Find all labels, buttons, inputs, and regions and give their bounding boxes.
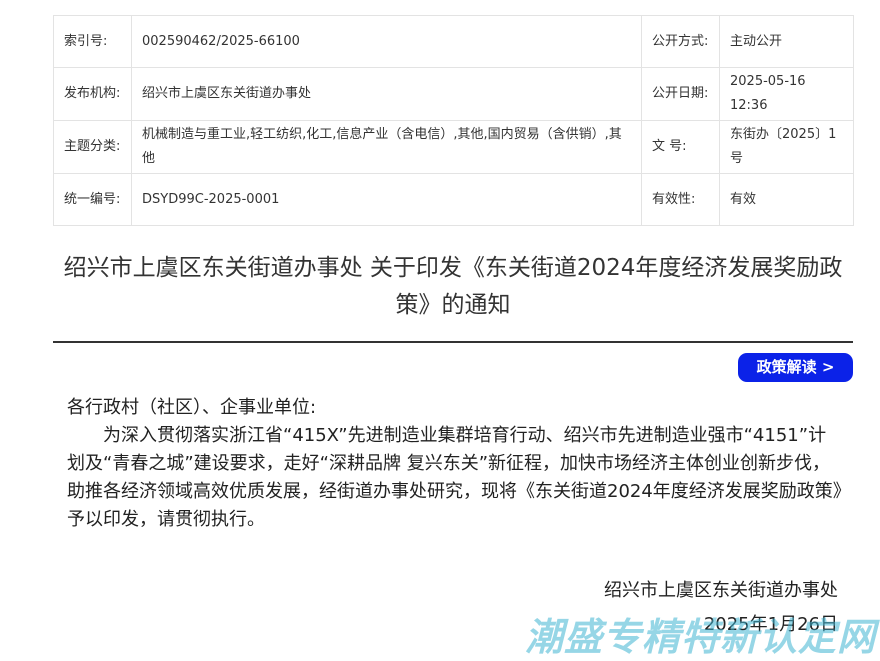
meta-label: 文 号: bbox=[641, 120, 720, 174]
meta-label: 有效性: bbox=[641, 173, 720, 226]
meta-value: 绍兴市上虞区东关街道办事处 bbox=[131, 67, 642, 121]
meta-row-publisher: 发布机构: 绍兴市上虞区东关街道办事处 公开日期: 2025-05-16 12:… bbox=[53, 67, 854, 121]
meta-label: 发布机构: bbox=[53, 67, 132, 121]
meta-label: 公开方式: bbox=[641, 15, 720, 68]
meta-value: 主动公开 bbox=[719, 15, 854, 68]
title-divider bbox=[53, 341, 853, 343]
meta-row-category: 主题分类: 机械制造与重工业,轻工纺织,化工,信息产业（含电信）,其他,国内贸易… bbox=[53, 120, 854, 174]
policy-interpretation-button[interactable]: 政策解读 > bbox=[738, 353, 853, 382]
meta-value: 东街办〔2025〕1号 bbox=[719, 120, 854, 174]
meta-value: 002590462/2025-66100 bbox=[131, 15, 642, 68]
meta-value: 机械制造与重工业,轻工纺织,化工,信息产业（含电信）,其他,国内贸易（含供销）,… bbox=[131, 120, 642, 174]
body-paragraph: 为深入贯彻落实浙江省“415X”先进制造业集群培育行动、绍兴市先进制造业强市“4… bbox=[67, 425, 842, 530]
document-body: 各行政村（社区）、企事业单位: 为深入贯彻落实浙江省“415X”先进制造业集群培… bbox=[67, 394, 842, 534]
site-watermark: 潮盛专精特新认定网 bbox=[524, 615, 876, 659]
metadata-table: 索引号: 002590462/2025-66100 公开方式: 主动公开 发布机… bbox=[53, 15, 854, 226]
meta-row-code: 统一编号: DSYD99C-2025-0001 有效性: 有效 bbox=[53, 173, 854, 226]
meta-value: DSYD99C-2025-0001 bbox=[131, 173, 642, 226]
signature-organization: 绍兴市上虞区东关街道办事处 bbox=[604, 580, 838, 601]
salutation: 各行政村（社区）、企事业单位: bbox=[67, 397, 317, 418]
meta-label: 主题分类: bbox=[53, 120, 132, 174]
meta-label: 统一编号: bbox=[53, 173, 132, 226]
meta-label: 公开日期: bbox=[641, 67, 720, 121]
meta-row-index: 索引号: 002590462/2025-66100 公开方式: 主动公开 bbox=[53, 15, 854, 68]
meta-value: 2025-05-16 12:36 bbox=[719, 67, 854, 121]
meta-label: 索引号: bbox=[53, 15, 132, 68]
meta-value: 有效 bbox=[719, 173, 854, 226]
page-title: 绍兴市上虞区东关街道办事处 关于印发《东关街道2024年度经济发展奖励政策》的通… bbox=[63, 255, 843, 318]
